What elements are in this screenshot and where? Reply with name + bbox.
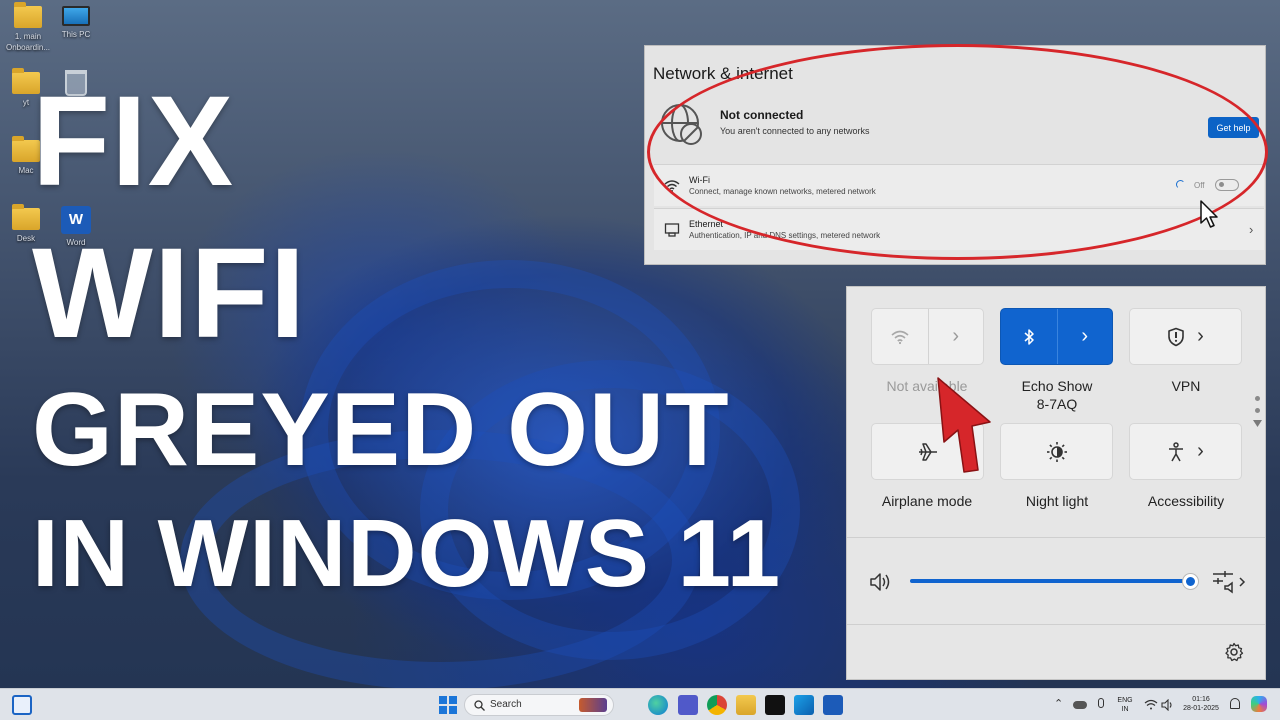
annotation-ellipse [647, 44, 1268, 260]
microphone-icon[interactable] [1098, 698, 1104, 708]
accessibility-quick-tile[interactable]: › [1129, 423, 1242, 480]
bluetooth-quick-tile[interactable]: › [1000, 308, 1113, 365]
caret-down-icon [1253, 420, 1262, 427]
quick-settings-divider [847, 537, 1265, 538]
quick-settings-footer-divider [847, 624, 1265, 625]
teams-icon[interactable] [678, 695, 698, 715]
vpn-tile-label: VPN [1171, 378, 1201, 394]
wifi-tray-icon[interactable] [1144, 699, 1158, 711]
search-icon [474, 700, 485, 711]
night-light-icon [1046, 441, 1067, 462]
wifi-quick-tile[interactable]: › [871, 308, 984, 365]
volume-slider-track[interactable] [910, 579, 1191, 583]
start-button-icon[interactable] [439, 696, 457, 714]
folder-icon [14, 2, 42, 28]
language-region: IN [1121, 706, 1129, 713]
volume-slider-thumb[interactable] [1183, 574, 1198, 589]
headline-line-2: WIFI [32, 222, 307, 365]
desktop-icon-main-onboarding[interactable]: 1. main Onboardin... [2, 2, 54, 53]
desktop-icon-label: 1. main Onboardin... [5, 32, 51, 52]
widgets-icon[interactable] [12, 695, 32, 715]
page-scroll-indicator[interactable] [1253, 396, 1262, 427]
accessibility-tile-label: Accessibility [1147, 493, 1225, 509]
capcut-icon[interactable] [765, 695, 785, 715]
chevron-right-icon: › [1197, 325, 1204, 347]
desktop-icon-label: This PC [61, 30, 91, 39]
onedrive-icon[interactable] [1073, 701, 1087, 709]
shield-icon [1168, 327, 1184, 346]
airplane-mode-tile-label: Airplane mode [881, 493, 973, 509]
night-light-tile-label: Night light [1025, 493, 1089, 509]
ethernet-icon [664, 223, 680, 237]
bluetooth-icon [1024, 328, 1034, 345]
edge-icon[interactable] [648, 695, 668, 715]
file-explorer-icon[interactable] [736, 695, 756, 715]
accessibility-icon [1169, 441, 1184, 461]
wifi-toggle-half[interactable] [872, 309, 928, 364]
photos-icon[interactable] [794, 695, 814, 715]
chevron-right-icon: › [1081, 325, 1089, 347]
language-code: ENG [1117, 697, 1133, 704]
search-highlight-icon [579, 698, 607, 712]
volume-tray-icon[interactable] [1161, 699, 1175, 711]
mouse-cursor-icon [1200, 200, 1218, 228]
audio-output-settings-icon[interactable] [1211, 570, 1247, 594]
headline-line-4: IN WINDOWS 11 [32, 500, 782, 607]
monitor-icon [62, 6, 90, 26]
chevron-up-icon[interactable]: ⌃ [1054, 697, 1063, 710]
annotation-arrow [937, 377, 991, 473]
bluetooth-expand-half[interactable]: › [1056, 309, 1113, 364]
word-app-icon[interactable] [823, 695, 843, 715]
chevron-right-icon: › [1249, 222, 1254, 237]
clock-time: 01:16 [1192, 696, 1210, 703]
headline-line-1: FIX [32, 70, 235, 213]
chrome-icon[interactable] [707, 695, 727, 715]
speaker-icon[interactable] [869, 572, 893, 592]
wifi-icon [891, 330, 909, 344]
chevron-right-icon: › [1197, 440, 1204, 462]
notification-bell-icon[interactable] [1230, 698, 1240, 709]
clock-date: 28-01-2025 [1183, 705, 1219, 712]
language-indicator[interactable]: ENG IN [1114, 696, 1136, 714]
wifi-expand-half[interactable]: › [927, 309, 984, 364]
headline-line-3: GREYED OUT [32, 372, 730, 488]
chevron-right-icon: › [952, 325, 960, 347]
desktop-icon-this-pc[interactable]: This PC [50, 6, 102, 40]
clock[interactable]: 01:16 28-01-2025 [1180, 695, 1222, 713]
search-label: Search [490, 699, 522, 710]
gear-icon[interactable] [1224, 642, 1244, 662]
bluetooth-tile-label: Echo Show 8-7AQ [1021, 378, 1093, 412]
bluetooth-toggle-half[interactable] [1001, 309, 1057, 364]
vpn-quick-tile[interactable]: › [1129, 308, 1242, 365]
taskbar-search-box[interactable]: Search [464, 694, 614, 716]
taskbar: Search ⌃ ENG IN 01:16 28-01-2025 [0, 688, 1280, 720]
copilot-icon[interactable] [1251, 696, 1267, 712]
night-light-quick-tile[interactable] [1000, 423, 1113, 480]
